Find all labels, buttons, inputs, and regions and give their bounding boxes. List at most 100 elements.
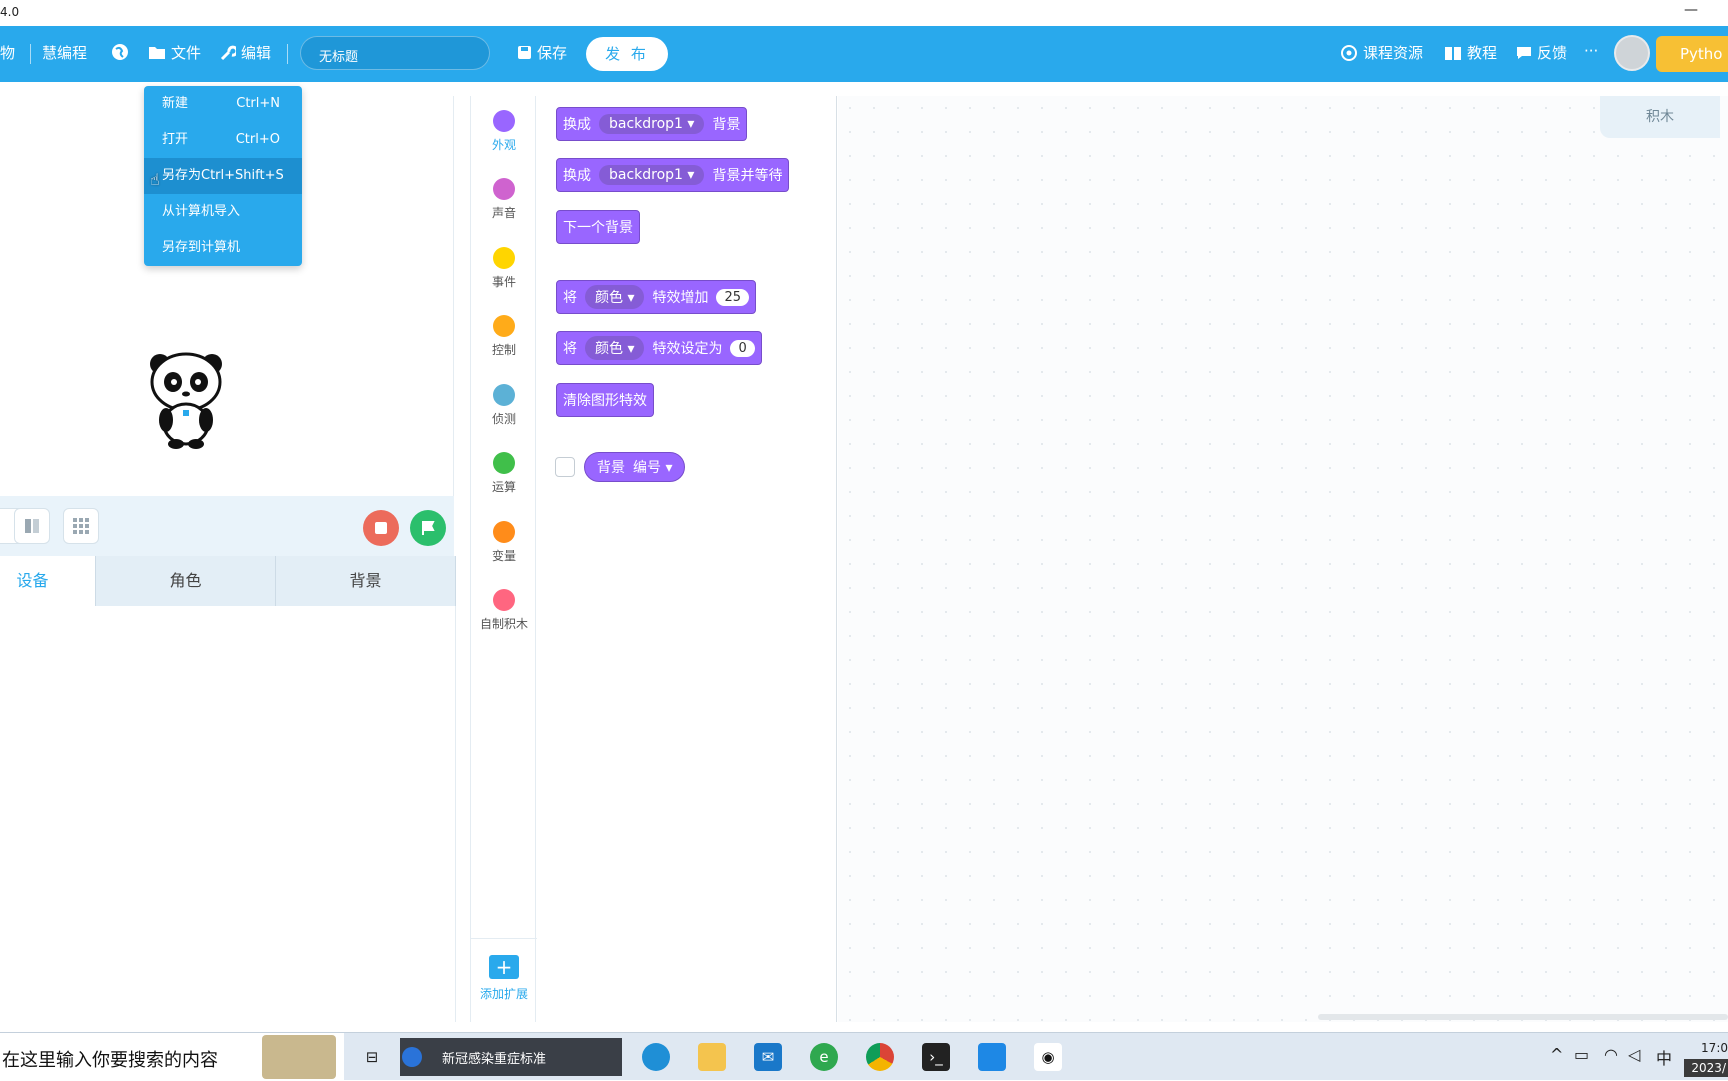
- block-set-effect[interactable]: 将 颜色 ▾ 特效设定为 0: [556, 331, 762, 365]
- tab-blocks[interactable]: 积木: [1600, 96, 1720, 138]
- category-dot: [493, 589, 515, 611]
- avatar[interactable]: [1614, 35, 1650, 71]
- backdrop-dropdown[interactable]: backdrop1 ▾: [599, 165, 705, 185]
- browser-e-icon[interactable]: e: [810, 1043, 838, 1071]
- project-title-input[interactable]: 无标题: [300, 36, 490, 70]
- script-workspace[interactable]: [838, 96, 1728, 1022]
- effect-dropdown[interactable]: 颜色 ▾: [585, 285, 645, 309]
- tutorial-link[interactable]: 教程: [1444, 42, 1497, 63]
- wifi-icon[interactable]: ◠: [1604, 1045, 1618, 1064]
- category-dot: [493, 110, 515, 132]
- green-flag-button[interactable]: [410, 510, 446, 546]
- block-clear-effects[interactable]: 清除图形特效: [556, 383, 654, 417]
- backdrop-dropdown[interactable]: backdrop1 ▾: [599, 114, 705, 134]
- category-label: 侦测: [491, 412, 516, 426]
- system-clock[interactable]: 17:0 2023/: [1684, 1033, 1728, 1081]
- stage-toolbar: [0, 496, 454, 556]
- menu-item-label: 另存到计算机: [162, 240, 241, 255]
- menu-item-import[interactable]: 从计算机导入: [144, 194, 302, 230]
- category-label: 变量: [491, 549, 516, 563]
- mail-icon[interactable]: ✉: [754, 1043, 782, 1071]
- layout-toggle-button[interactable]: [14, 508, 50, 544]
- category-my-blocks[interactable]: 自制积木: [471, 589, 537, 632]
- feedback-link[interactable]: 反馈: [1516, 42, 1567, 63]
- more-button[interactable]: ···: [1584, 42, 1598, 60]
- folder-icon: [149, 47, 165, 59]
- block-text: 特效设定为: [652, 341, 723, 357]
- menu-item-label: 另存为Ctrl+Shift+S: [162, 168, 284, 183]
- effect-value-input[interactable]: 0: [730, 339, 755, 357]
- file-menu-button[interactable]: 文件: [148, 42, 201, 63]
- menu-item-new[interactable]: 新建 Ctrl+N: [144, 86, 302, 122]
- clock-time: 17:0: [1701, 1041, 1728, 1055]
- minimize-button[interactable]: —: [1684, 2, 1698, 18]
- edit-menu-button[interactable]: 编辑: [220, 42, 271, 63]
- block-text: 清除图形特效: [563, 393, 647, 409]
- save-icon: [518, 46, 531, 59]
- chat-icon: [1517, 46, 1531, 59]
- course-resources-label: 课程资源: [1363, 44, 1424, 62]
- menu-item-label: 打开: [162, 132, 189, 147]
- category-sensing[interactable]: 侦测: [471, 384, 537, 427]
- block-switch-backdrop-and-wait[interactable]: 换成 backdrop1 ▾ 背景并等待: [556, 158, 790, 192]
- effect-amount-input[interactable]: 25: [716, 288, 750, 306]
- battery-icon[interactable]: ▭: [1574, 1045, 1589, 1064]
- number-name-dropdown[interactable]: 编号 ▾: [633, 457, 672, 477]
- grid-icon: [73, 518, 89, 534]
- globe-icon[interactable]: [110, 42, 130, 62]
- search-highlight-image: [262, 1035, 336, 1079]
- volume-icon[interactable]: ◁: [1628, 1045, 1640, 1064]
- grid-view-button[interactable]: [63, 508, 99, 544]
- add-extension-button[interactable]: + 添加扩展: [471, 938, 537, 1022]
- panda-sprite[interactable]: [146, 350, 226, 450]
- python-mode-button[interactable]: Pytho: [1656, 36, 1728, 72]
- tab-backdrops[interactable]: 背景: [276, 556, 456, 606]
- category-operators[interactable]: 运算: [471, 452, 537, 495]
- publish-button[interactable]: 发 布: [586, 37, 668, 71]
- course-resources-link[interactable]: 课程资源: [1340, 42, 1423, 63]
- menu-item-save-as[interactable]: 另存为Ctrl+Shift+S: [144, 158, 302, 194]
- menu-item-label: 从计算机导入: [162, 204, 241, 219]
- block-text: 下一个背景: [563, 220, 633, 236]
- save-button[interactable]: 保存: [517, 42, 567, 63]
- whiteboard-app-icon[interactable]: [978, 1043, 1006, 1071]
- file-explorer-icon[interactable]: [698, 1043, 726, 1071]
- workspace-scrollbar[interactable]: [1318, 1014, 1728, 1020]
- terminal-icon[interactable]: ›_: [922, 1043, 950, 1071]
- category-variables[interactable]: 变量: [471, 521, 537, 564]
- chrome-icon[interactable]: [866, 1043, 894, 1071]
- category-dot: [493, 178, 515, 200]
- block-switch-backdrop[interactable]: 换成 backdrop1 ▾ 背景: [556, 107, 748, 141]
- menu-item-open[interactable]: 打开 Ctrl+O: [144, 122, 302, 158]
- reporter-checkbox[interactable]: [555, 457, 575, 477]
- tab-sprites[interactable]: 角色: [96, 556, 276, 606]
- task-view-icon[interactable]: ⊟: [358, 1043, 386, 1071]
- category-label: 事件: [491, 275, 516, 289]
- block-text: 换成: [563, 168, 591, 184]
- feedback-label: 反馈: [1537, 44, 1568, 62]
- add-extension-label: 添加扩展: [479, 987, 528, 1001]
- mblock-app-icon[interactable]: ◉: [1034, 1043, 1062, 1071]
- divider: [30, 44, 31, 64]
- menu-item-save-to-computer[interactable]: 另存到计算机: [144, 230, 302, 266]
- stop-button[interactable]: [363, 510, 399, 546]
- block-backdrop-number[interactable]: 背景 编号 ▾: [584, 452, 686, 482]
- taskbar-browser-window[interactable]: 新冠感染重症标准: [400, 1038, 622, 1076]
- flag-icon: [422, 521, 435, 535]
- block-change-effect[interactable]: 将 颜色 ▾ 特效增加 25: [556, 280, 757, 314]
- category-dot: [493, 384, 515, 406]
- tab-devices[interactable]: 设备: [0, 556, 96, 606]
- category-control[interactable]: 控制: [471, 315, 537, 358]
- tray-chevron-icon[interactable]: ^: [1550, 1045, 1563, 1064]
- edge-icon[interactable]: [642, 1043, 670, 1071]
- menu-item-shortcut: Ctrl+O: [235, 132, 280, 147]
- category-sound[interactable]: 声音: [471, 178, 537, 221]
- layout-icon: [25, 519, 39, 533]
- divider: [287, 44, 288, 64]
- block-next-backdrop[interactable]: 下一个背景: [556, 210, 640, 244]
- effect-dropdown[interactable]: 颜色 ▾: [585, 336, 645, 360]
- ime-indicator[interactable]: 中: [1656, 1045, 1672, 1069]
- category-looks[interactable]: 外观: [471, 110, 537, 153]
- category-events[interactable]: 事件: [471, 247, 537, 290]
- app-version: 4.0: [0, 5, 20, 19]
